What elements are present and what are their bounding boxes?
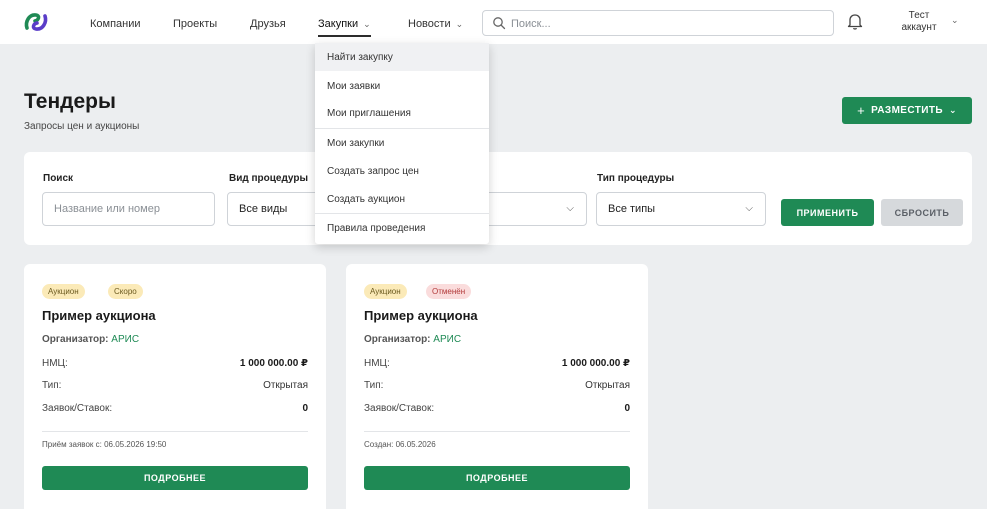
card-divider [364, 431, 630, 432]
badge-auction: Аукцион [42, 284, 85, 299]
nav-friends[interactable]: Друзья [250, 18, 286, 30]
card-row-type: Тип: Открытая [42, 380, 308, 391]
place-button[interactable]: + РАЗМЕСТИТЬ ⌄ [842, 97, 972, 124]
page-subtitle: Запросы цен и аукционы [24, 121, 140, 132]
organizer-link[interactable]: АРИС [111, 334, 139, 345]
account-menu[interactable]: Тест аккаунт [893, 10, 945, 34]
filter-search-input[interactable]: Название или номер [42, 192, 215, 226]
logo-icon[interactable] [23, 10, 49, 34]
tender-card: Аукцион Отменён Пример аукциона Организа… [346, 264, 648, 509]
account-name-line2: аккаунт [901, 22, 937, 33]
organizer-label: Организатор: [364, 334, 431, 345]
chevron-down-icon: ⌄ [363, 19, 371, 29]
global-search[interactable] [482, 10, 834, 36]
place-button-label: РАЗМЕСТИТЬ [871, 105, 943, 116]
top-bar: Компании Проекты Друзья Закупки ⌄ Новости… [0, 0, 987, 44]
card-title: Пример аукциона [42, 308, 156, 323]
page-title: Тендеры [24, 90, 116, 113]
filter-search-placeholder: Название или номер [54, 203, 160, 215]
details-button[interactable]: ПОДРОБНЕЕ [364, 466, 630, 490]
card-row-bids: Заявок/Ставок: 0 [42, 403, 308, 414]
card-row-type: Тип: Открытая [364, 380, 630, 391]
nmc-value: 1 000 000.00 ₽ [239, 358, 308, 369]
nav-label: Компании [90, 18, 141, 30]
type-value: Открытая [585, 380, 630, 391]
card-organizer: Организатор: АРИС [364, 334, 461, 345]
filter-search-label: Поиск [43, 173, 74, 184]
type-value: Открытая [263, 380, 308, 391]
nmc-label: НМЦ: [42, 358, 68, 369]
nav-label: Друзья [250, 18, 286, 30]
card-organizer: Организатор: АРИС [42, 334, 139, 345]
filter-kind-label: Вид процедуры [229, 173, 309, 184]
search-icon [493, 17, 506, 30]
badge-auction: Аукцион [364, 284, 407, 299]
nav-companies[interactable]: Компании [90, 18, 141, 30]
organizer-label: Организатор: [42, 334, 109, 345]
nav-news[interactable]: Новости ⌄ [408, 18, 463, 30]
nmc-label: НМЦ: [364, 358, 390, 369]
chevron-down-icon: ⌵ [745, 203, 753, 214]
chevron-down-icon: ⌵ [566, 203, 574, 214]
bids-label: Заявок/Ставок: [364, 403, 435, 414]
card-title: Пример аукциона [364, 308, 478, 323]
purchases-dropdown-menu: Найти закупку Мои заявки Мои приглашения… [315, 43, 489, 244]
menu-item-create-auction[interactable]: Создать аукцион [315, 185, 489, 213]
apply-button[interactable]: ПРИМЕНИТЬ [781, 199, 874, 226]
menu-item-create-price-request[interactable]: Создать запрос цен [315, 157, 489, 185]
card-footer: Создан: 06.05.2026 [364, 440, 436, 449]
menu-item-my-purchases[interactable]: Мои закупки [315, 129, 489, 157]
bids-value: 0 [302, 403, 308, 414]
type-label: Тип: [42, 380, 62, 391]
filter-type-label: Тип процедуры [597, 173, 675, 184]
card-row-nmc: НМЦ: 1 000 000.00 ₽ [42, 358, 308, 369]
badge-cancelled: Отменён [426, 284, 472, 299]
nav-purchases[interactable]: Закупки ⌄ [318, 18, 371, 37]
card-row-nmc: НМЦ: 1 000 000.00 ₽ [364, 358, 630, 369]
details-button[interactable]: ПОДРОБНЕЕ [42, 466, 308, 490]
card-row-bids: Заявок/Ставок: 0 [364, 403, 630, 414]
filter-type-value: Все типы [608, 203, 656, 215]
active-underline [318, 35, 371, 37]
nav-label: Закупки [318, 18, 359, 30]
organizer-link[interactable]: АРИС [433, 334, 461, 345]
filter-kind-value: Все виды [239, 203, 288, 215]
nav-projects[interactable]: Проекты [173, 18, 217, 30]
nav-label: Проекты [173, 18, 218, 30]
type-label: Тип: [364, 380, 384, 391]
bids-label: Заявок/Ставок: [42, 403, 113, 414]
card-divider [42, 431, 308, 432]
account-name-line1: Тест [908, 10, 930, 21]
reset-button[interactable]: СБРОСИТЬ [881, 199, 963, 226]
chevron-down-icon[interactable]: ⌄ [951, 15, 959, 26]
search-input[interactable] [511, 15, 821, 32]
bids-value: 0 [624, 403, 630, 414]
menu-item-my-bids[interactable]: Мои заявки [315, 72, 489, 100]
filters-panel: Поиск Название или номер Вид процедуры В… [24, 152, 972, 245]
plus-icon: + [857, 103, 866, 118]
menu-item-rules[interactable]: Правила проведения [315, 214, 489, 242]
menu-item-find-purchase[interactable]: Найти закупку [315, 43, 489, 71]
filter-type-select[interactable]: Все типы ⌵ [596, 192, 766, 226]
chevron-down-icon: ⌄ [948, 105, 957, 115]
card-footer: Приём заявок с: 06.05.2026 19:50 [42, 440, 167, 449]
chevron-down-icon: ⌄ [455, 19, 464, 29]
nav-label: Новости [408, 18, 451, 30]
nmc-value: 1 000 000.00 ₽ [561, 358, 630, 369]
menu-item-my-invitations[interactable]: Мои приглашения [315, 99, 489, 127]
bell-icon[interactable] [846, 11, 864, 31]
tender-card: Аукцион Скоро Пример аукциона Организато… [24, 264, 326, 509]
badge-soon: Скоро [108, 284, 143, 299]
